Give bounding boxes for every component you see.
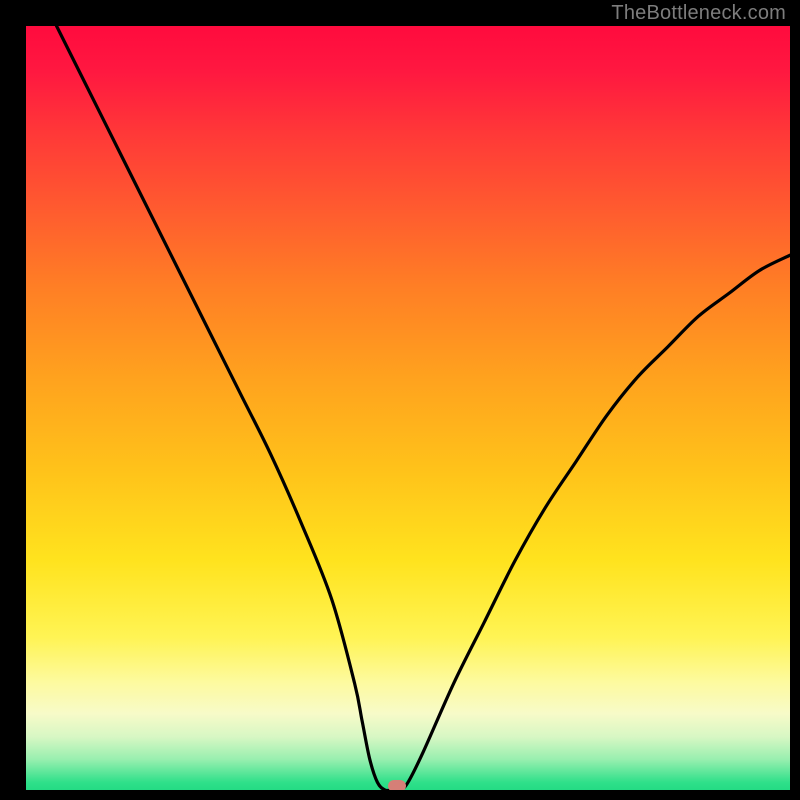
plot-area: [26, 26, 790, 790]
bottleneck-curve: [26, 26, 790, 790]
watermark-text: TheBottleneck.com: [611, 2, 786, 25]
optimal-point-marker: [388, 780, 406, 790]
chart-frame: [8, 8, 792, 792]
